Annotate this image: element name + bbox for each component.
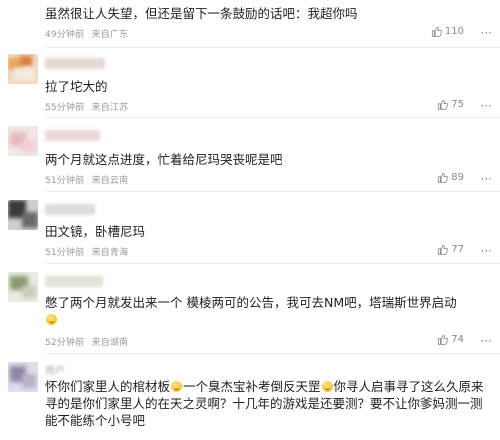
comment-2: 拉了坨大的 55分钟前 来自江苏 75 ··· <box>0 48 500 118</box>
comment-location: 来自广东 <box>91 30 129 40</box>
comment-text: 虽然很让人失望，但还是留下一条鼓励的话吧：我超你吗 <box>45 6 358 21</box>
comment-time: 52分钟前 <box>45 338 85 348</box>
comment-text: 怀你们家里人的棺材板 一个臭杰宝补考倒反天罡 你寻人启事寻了这么久原来寻的是你们家里… <box>45 378 490 429</box>
emoji-icon <box>46 314 57 325</box>
comment-text-part1: 怀你们家里人的棺材板 <box>45 379 171 394</box>
comment-text: 拉了坨大的 <box>45 79 108 94</box>
username-blurred <box>45 204 95 215</box>
like-button[interactable]: 74 <box>437 334 464 345</box>
like-count: 110 <box>444 26 464 37</box>
more-options-button[interactable]: ··· <box>481 27 492 39</box>
like-count: 75 <box>451 99 464 110</box>
emoji-icon <box>321 381 333 392</box>
comment-time: 49分钟前 <box>45 30 85 40</box>
comment-time: 51分钟前 <box>45 248 85 258</box>
comment-location: 来自青海 <box>91 248 129 258</box>
like-count: 89 <box>451 172 464 183</box>
thumbs-up-icon <box>438 334 449 345</box>
more-options-button[interactable]: ··· <box>481 100 492 112</box>
comment-meta: 55分钟前 来自江苏 <box>45 100 128 113</box>
username-blurred <box>45 58 105 69</box>
username: 用户 <box>45 366 65 377</box>
username-blurred <box>45 276 103 287</box>
comment-text-part2: 一个臭杰宝补考倒反天罡 <box>183 379 321 394</box>
comment-text: 憋了两个月就发出来一个 模棱两可的公告，我可去NM吧，塔瑞斯世界启动 <box>45 294 485 328</box>
avatar[interactable] <box>8 362 38 392</box>
more-options-button[interactable]: ··· <box>481 173 492 185</box>
comment-text: 田文镜，卧槽尼玛 <box>45 224 146 239</box>
comment-time: 55分钟前 <box>45 103 85 113</box>
comment-text: 两个月就这点进度，忙着给尼玛哭丧呢是吧 <box>45 152 283 167</box>
comment-text-body: 憋了两个月就发出来一个 模棱两可的公告，我可去NM吧，塔瑞斯世界启动 <box>45 295 457 310</box>
comment-1: 虽然很让人失望，但还是留下一条鼓励的话吧：我超你吗 49分钟前 来自广东 110… <box>0 0 500 48</box>
comment-4: 田文镜，卧槽尼玛 51分钟前 来自青海 77 ··· <box>0 192 500 264</box>
avatar[interactable] <box>8 54 38 84</box>
thumbs-up-icon <box>431 26 442 37</box>
like-button[interactable]: 89 <box>437 172 464 183</box>
thumbs-up-icon <box>438 99 449 110</box>
more-options-button[interactable]: ··· <box>481 335 492 347</box>
thumbs-up-icon <box>438 172 449 183</box>
more-options-button[interactable]: ··· <box>481 245 492 257</box>
emoji-icon <box>171 381 183 392</box>
comment-time: 51分钟前 <box>45 176 85 186</box>
comment-location: 来自江苏 <box>91 103 129 113</box>
like-button[interactable]: 110 <box>431 26 464 37</box>
comment-location: 来自云南 <box>91 176 129 186</box>
thumbs-up-icon <box>438 244 449 255</box>
like-button[interactable]: 77 <box>437 244 464 255</box>
like-count: 74 <box>451 334 464 345</box>
like-button[interactable]: 75 <box>437 99 464 110</box>
avatar[interactable] <box>8 126 38 156</box>
like-count: 77 <box>451 244 464 255</box>
comment-location: 来自湖南 <box>91 338 129 348</box>
comment-meta: 52分钟前 来自湖南 <box>45 335 128 348</box>
comment-5: 憋了两个月就发出来一个 模棱两可的公告，我可去NM吧，塔瑞斯世界启动 52分钟前… <box>0 264 500 354</box>
avatar[interactable] <box>8 272 38 302</box>
username-blurred <box>45 130 100 141</box>
comment-meta: 49分钟前 来自广东 <box>45 27 128 40</box>
comment-meta: 51分钟前 来自青海 <box>45 245 128 258</box>
avatar[interactable] <box>8 200 38 230</box>
comment-6: 用户 怀你们家里人的棺材板 一个臭杰宝补考倒反天罡 你寻人启事寻了这么久原来寻的是你… <box>0 354 500 440</box>
comment-meta: 51分钟前 来自云南 <box>45 173 128 186</box>
comment-3: 两个月就这点进度，忙着给尼玛哭丧呢是吧 51分钟前 来自云南 89 ··· <box>0 118 500 192</box>
